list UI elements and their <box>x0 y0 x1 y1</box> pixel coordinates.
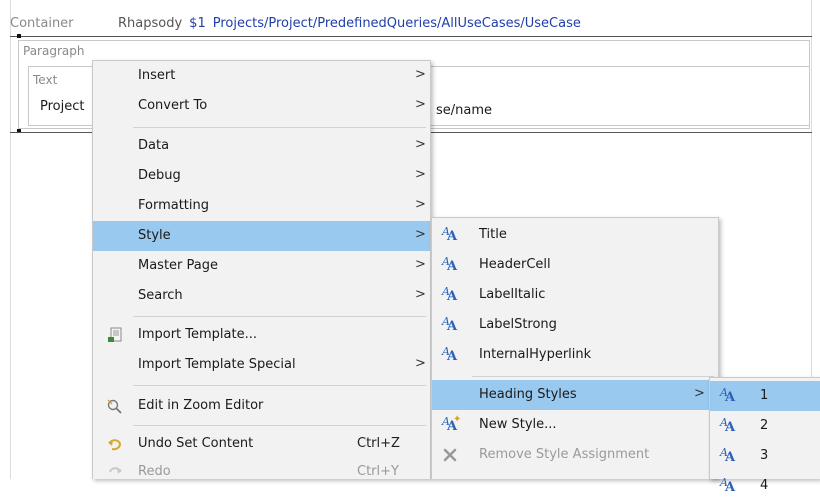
paragraph-label: Paragraph <box>23 44 85 58</box>
menu-separator <box>133 127 426 128</box>
menu-item-label: HeaderCell <box>479 257 551 272</box>
menu-item-import-template[interactable]: Import Template... <box>93 320 430 350</box>
menu-item-label: Formatting <box>138 198 210 213</box>
remove-style-icon <box>440 445 460 465</box>
menu-item-label: LabelItalic <box>479 287 546 302</box>
import-template-icon <box>105 325 125 345</box>
style-submenu: AA Title AA HeaderCell AA LabelItalic AA… <box>431 217 719 479</box>
submenu-arrow-icon: > <box>415 167 426 182</box>
style-icon: AA <box>442 285 458 304</box>
text-value-suffix: se/name <box>436 103 493 118</box>
menu-item-label: Convert To <box>138 98 208 113</box>
menu-separator <box>133 316 426 317</box>
menu-item-formatting[interactable]: Formatting > <box>93 191 430 221</box>
menu-item-style-labelitalic[interactable]: AA LabelItalic <box>432 280 718 310</box>
menu-item-label: Remove Style Assignment <box>479 447 650 462</box>
menu-item-label: Search <box>138 288 183 303</box>
submenu-arrow-icon: > <box>415 356 426 371</box>
submenu-arrow-icon: > <box>415 227 426 242</box>
menu-item-label: 4 <box>760 478 769 493</box>
selection-top-border <box>10 36 812 37</box>
menu-item-label: 1 <box>760 388 769 403</box>
menu-item-style-internalhyperlink[interactable]: AA InternalHyperlink <box>432 340 718 370</box>
menu-item-heading-4[interactable]: AA 4 <box>710 471 820 501</box>
submenu-arrow-icon: > <box>415 67 426 82</box>
selection-handle[interactable] <box>17 34 21 38</box>
style-icon: AA <box>442 225 458 244</box>
editor-left-border <box>10 0 11 479</box>
menu-item-label: Import Template Special <box>138 357 296 372</box>
menu-item-insert[interactable]: Insert > <box>93 61 430 91</box>
submenu-arrow-icon: > <box>694 386 705 401</box>
menu-item-label: Edit in Zoom Editor <box>138 398 264 413</box>
menu-item-label: Debug <box>138 168 181 183</box>
menu-item-label: Import Template... <box>138 327 257 342</box>
submenu-arrow-icon: > <box>415 97 426 112</box>
style-icon: AA <box>442 315 458 334</box>
menu-item-convert-to[interactable]: Convert To > <box>93 91 430 121</box>
submenu-arrow-icon: > <box>415 137 426 152</box>
menu-item-style-title[interactable]: AA Title <box>432 220 718 250</box>
menu-item-label: 2 <box>760 418 769 433</box>
style-icon: AA <box>442 345 458 364</box>
menu-item-style[interactable]: Style > <box>93 221 430 251</box>
container-path: Projects/Project/PredefinedQueries/AllUs… <box>212 15 581 31</box>
menu-item-heading-2[interactable]: AA 2 <box>710 411 820 441</box>
menu-item-debug[interactable]: Debug > <box>93 161 430 191</box>
context-menu: Insert > Convert To > Data > Debug > For… <box>92 60 431 479</box>
menu-item-label: Style <box>138 228 171 243</box>
menu-item-label: Title <box>479 227 507 242</box>
container-variable: $1 <box>189 15 206 31</box>
menu-item-new-style[interactable]: A A ✦ New Style... <box>432 410 718 440</box>
style-icon: AA <box>442 255 458 274</box>
container-label: Container <box>10 15 74 31</box>
submenu-arrow-icon: > <box>415 257 426 272</box>
redo-icon <box>105 462 125 482</box>
style-icon: AA <box>720 416 736 435</box>
new-style-icon: A A ✦ <box>442 414 462 434</box>
menu-item-label: Data <box>138 138 170 153</box>
menu-item-label: InternalHyperlink <box>479 347 592 362</box>
text-label: Text <box>33 73 58 87</box>
heading-styles-submenu: AA 1 AA 2 AA 3 AA 4 <box>709 377 820 495</box>
menu-item-label: 3 <box>760 448 769 463</box>
menu-item-label: Heading Styles <box>479 387 577 402</box>
style-icon: AA <box>720 386 736 405</box>
menu-item-heading-3[interactable]: AA 3 <box>710 441 820 471</box>
submenu-arrow-icon: > <box>415 197 426 212</box>
menu-separator <box>133 425 426 426</box>
container-source: Rhapsody <box>118 15 183 31</box>
menu-item-label: Redo <box>138 464 171 479</box>
menu-item-heading-1[interactable]: AA 1 <box>710 381 820 411</box>
menu-separator <box>472 376 714 377</box>
menu-item-shortcut: Ctrl+Y <box>357 464 399 479</box>
submenu-arrow-icon: > <box>415 287 426 302</box>
menu-item-import-template-special[interactable]: Import Template Special > <box>93 350 430 380</box>
menu-item-label: Master Page <box>138 258 218 273</box>
menu-item-redo[interactable]: Redo Ctrl+Y <box>93 457 430 487</box>
undo-icon <box>105 434 125 454</box>
menu-item-style-labelstrong[interactable]: AA LabelStrong <box>432 310 718 340</box>
style-icon: AA <box>720 476 736 495</box>
menu-item-edit-in-zoom-editor[interactable]: Edit in Zoom Editor <box>93 391 430 421</box>
menu-item-master-page[interactable]: Master Page > <box>93 251 430 281</box>
menu-item-label: New Style... <box>479 417 557 432</box>
menu-separator <box>133 385 426 386</box>
text-value: Project <box>40 99 85 114</box>
menu-item-undo-set-content[interactable]: Undo Set Content Ctrl+Z <box>93 429 430 459</box>
menu-item-shortcut: Ctrl+Z <box>357 436 400 451</box>
zoom-editor-icon <box>105 396 125 416</box>
menu-item-remove-style-assignment[interactable]: Remove Style Assignment <box>432 440 718 470</box>
menu-item-label: Insert <box>138 68 176 83</box>
container-element[interactable]: Container Rhapsody $1 Projects/Project/P… <box>10 10 810 36</box>
menu-item-data[interactable]: Data > <box>93 131 430 161</box>
menu-item-heading-styles[interactable]: Heading Styles > <box>432 380 718 410</box>
menu-item-label: Undo Set Content <box>138 436 254 451</box>
menu-item-style-headercell[interactable]: AA HeaderCell <box>432 250 718 280</box>
style-icon: AA <box>720 446 736 465</box>
menu-item-search[interactable]: Search > <box>93 281 430 311</box>
menu-item-label: LabelStrong <box>479 317 557 332</box>
container-query: Rhapsody $1 Projects/Project/PredefinedQ… <box>118 16 581 31</box>
